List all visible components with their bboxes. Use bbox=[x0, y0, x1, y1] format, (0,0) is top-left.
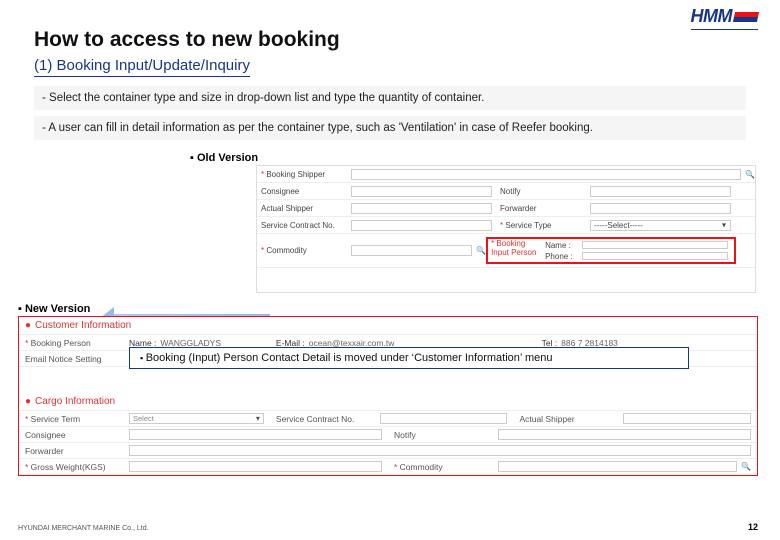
consignee-input[interactable] bbox=[129, 429, 382, 440]
actual-shipper-input[interactable] bbox=[351, 203, 492, 214]
instruction-list: - Select the container type and size in … bbox=[34, 86, 746, 146]
instruction-item: - A user can fill in detail information … bbox=[34, 116, 746, 140]
search-icon[interactable]: 🔍 bbox=[741, 462, 751, 471]
service-type-select[interactable]: -----Select----- bbox=[590, 220, 731, 231]
booking-shipper-input[interactable] bbox=[351, 169, 741, 180]
label-name: Name : bbox=[129, 338, 156, 348]
page-number: 12 bbox=[748, 522, 758, 532]
section-customer-info: Customer Information bbox=[35, 320, 131, 331]
bip-name-input[interactable] bbox=[582, 241, 728, 249]
logo-flag-icon bbox=[733, 12, 759, 22]
label-notify: Notify bbox=[394, 430, 494, 440]
new-version-label: New Version bbox=[18, 303, 90, 315]
actual-shipper-input[interactable] bbox=[623, 413, 751, 424]
commodity-input[interactable] bbox=[351, 245, 472, 256]
callout-box: Booking (Input) Person Contact Detail is… bbox=[129, 347, 689, 369]
section-cargo-info: Cargo Information bbox=[35, 396, 115, 407]
page-title: How to access to new booking bbox=[34, 28, 340, 52]
label-forwarder: Forwarder bbox=[25, 446, 125, 456]
label-forwarder: Forwarder bbox=[496, 204, 586, 213]
label-consignee: Consignee bbox=[257, 187, 347, 196]
booking-person-name-value: WANGGLADYS bbox=[160, 338, 221, 348]
search-icon[interactable]: 🔍 bbox=[745, 170, 755, 179]
label-booking-person: Booking Person bbox=[25, 338, 125, 348]
consignee-input[interactable] bbox=[351, 186, 492, 197]
label-actual-shipper: Actual Shipper bbox=[519, 414, 619, 424]
slide: HMM How to access to new booking (1) Boo… bbox=[0, 0, 780, 540]
bip-phone-input[interactable] bbox=[582, 252, 728, 260]
page-subtitle: (1) Booking Input/Update/Inquiry bbox=[34, 57, 250, 77]
service-term-select[interactable]: Select bbox=[129, 413, 264, 424]
label-email: E-Mail : bbox=[276, 338, 305, 348]
notify-input[interactable] bbox=[590, 186, 731, 197]
svc-contract-input[interactable] bbox=[351, 220, 492, 231]
search-icon[interactable]: 🔍 bbox=[476, 246, 486, 255]
label-svc-contract: Service Contract No. bbox=[276, 414, 376, 424]
label-commodity: Commodity bbox=[257, 246, 347, 255]
notify-input[interactable] bbox=[498, 429, 751, 440]
old-version-screenshot: Booking Shipper 🔍 Consignee Notify Actua… bbox=[256, 165, 756, 293]
label-tel: Tel : bbox=[542, 338, 558, 348]
label-gross-weight: Gross Weight(KGS) bbox=[25, 462, 125, 472]
booking-person-tel-value: 886 7 2814183 bbox=[561, 338, 618, 348]
instruction-item: - Select the container type and size in … bbox=[34, 86, 746, 110]
booking-input-person-group: Booking Input Person Name : Phone : bbox=[486, 237, 736, 264]
label-phone: Phone : bbox=[545, 252, 575, 261]
label-consignee: Consignee bbox=[25, 430, 125, 440]
new-version-screenshot: ●Customer Information Booking PersonName… bbox=[18, 316, 758, 476]
label-notify: Notify bbox=[496, 187, 586, 196]
label-commodity: Commodity bbox=[394, 462, 494, 472]
forwarder-input[interactable] bbox=[590, 203, 731, 214]
label-name: Name : bbox=[545, 241, 575, 250]
label-email-notice: Email Notice Setting bbox=[25, 354, 125, 364]
forwarder-input[interactable] bbox=[129, 445, 751, 456]
label-service-term: Service Term bbox=[25, 414, 125, 424]
booking-person-email-value: ocean@texxair.com.tw bbox=[309, 338, 395, 348]
logo-text: HMM bbox=[691, 6, 733, 27]
label-svc-contract: Service Contract No. bbox=[257, 221, 347, 230]
old-version-label: Old Version bbox=[190, 152, 258, 164]
commodity-input[interactable] bbox=[498, 461, 737, 472]
label-actual-shipper: Actual Shipper bbox=[257, 204, 347, 213]
label-booking-shipper: Booking Shipper bbox=[257, 170, 347, 179]
svc-contract-input[interactable] bbox=[380, 413, 508, 424]
label-bip: Booking Input Person bbox=[491, 239, 536, 257]
label-svc-type: Service Type bbox=[496, 221, 586, 230]
brand-logo: HMM bbox=[691, 6, 759, 27]
footer-text: HYUNDAI MERCHANT MARINE Co., Ltd. bbox=[18, 525, 149, 532]
gross-weight-input[interactable] bbox=[129, 461, 382, 472]
